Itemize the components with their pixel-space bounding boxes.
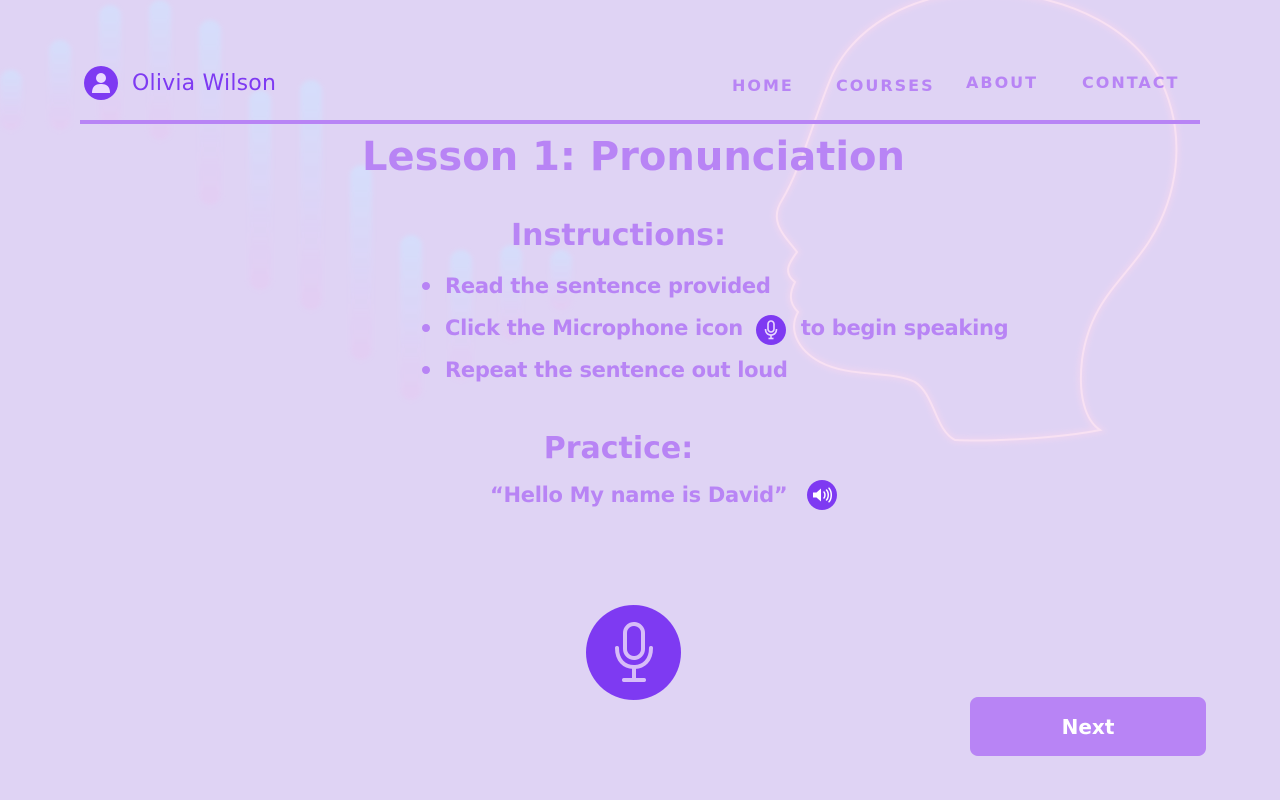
- record-button[interactable]: [586, 605, 681, 700]
- instruction-text: Click the Microphone icon: [445, 316, 743, 340]
- instructions-list: Read the sentence provided Click the Mic…: [422, 272, 1009, 398]
- nav-home[interactable]: HOME: [732, 76, 794, 95]
- microphone-icon: [614, 621, 653, 682]
- practice-sentence: “Hello My name is David”: [490, 483, 788, 507]
- practice-sentence-row: “Hello My name is David”: [490, 480, 838, 510]
- user-icon[interactable]: [84, 66, 118, 100]
- practice-heading: Practice:: [543, 431, 694, 466]
- instruction-item: Repeat the sentence out loud: [422, 356, 1008, 398]
- nav-courses[interactable]: COURSES: [836, 76, 935, 95]
- nav-about[interactable]: ABOUT: [966, 73, 1038, 92]
- play-audio-button[interactable]: [807, 480, 838, 510]
- instructions-heading: Instructions:: [510, 218, 727, 253]
- microphone-icon: [755, 315, 786, 345]
- instruction-item: Click the Microphone icon to begin speak…: [422, 314, 1009, 356]
- lesson-title: Lesson 1: Pronunciation: [361, 134, 906, 180]
- bullet: [422, 366, 430, 374]
- instruction-text: to begin speaking: [800, 316, 1009, 340]
- bullet: [422, 282, 430, 290]
- user-profile[interactable]: Olivia Wilson: [84, 66, 276, 100]
- instruction-item: Read the sentence provided: [422, 272, 1008, 314]
- nav-contact[interactable]: CONTACT: [1082, 73, 1179, 92]
- user-name: Olivia Wilson: [132, 70, 277, 96]
- speaker-icon: [813, 487, 833, 503]
- next-button[interactable]: Next: [970, 697, 1206, 756]
- header-divider: [80, 120, 1200, 124]
- bullet: [422, 324, 430, 332]
- site-header: Olivia Wilson HOME COURSES ABOUT CONTACT: [80, 62, 1200, 124]
- instruction-text: Repeat the sentence out loud: [445, 358, 788, 382]
- instruction-text: Read the sentence provided: [445, 274, 771, 298]
